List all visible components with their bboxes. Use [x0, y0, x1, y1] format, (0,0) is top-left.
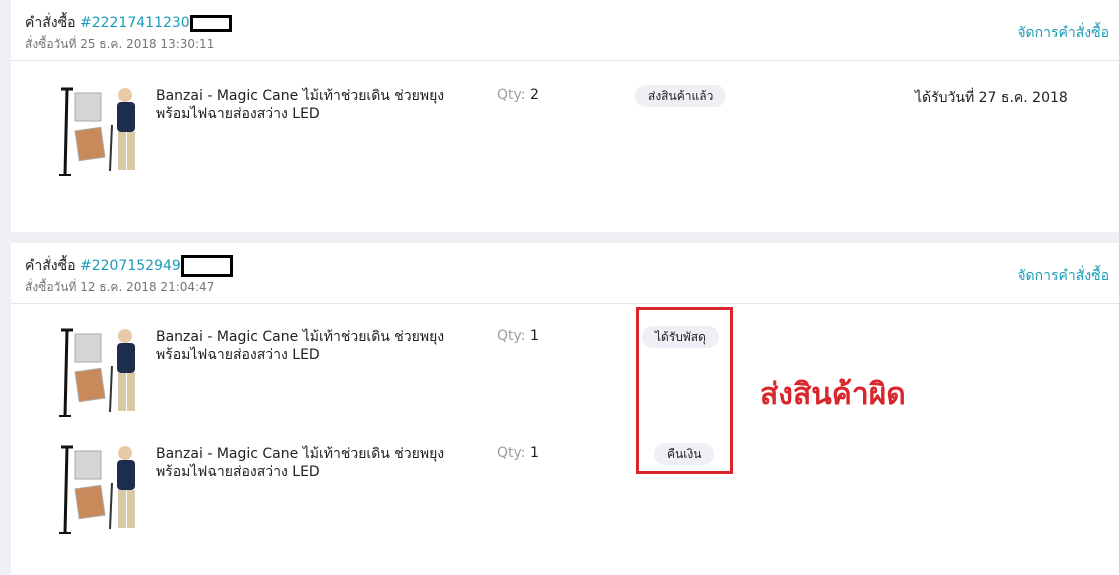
order-item: Banzai - Magic Cane ไม้เท้าช่วยเดิน ช่วย… [11, 85, 1119, 185]
item-quantity: Qty: 1 [497, 445, 539, 461]
order-date: สั่งซื้อวันที่ 25 ธ.ค. 2018 13:30:11 [25, 37, 215, 51]
product-name[interactable]: Banzai - Magic Cane ไม้เท้าช่วยเดิน ช่วย… [156, 445, 476, 481]
redaction-box [189, 14, 232, 32]
order-date: สั่งซื้อวันที่ 12 ธ.ค. 2018 21:04:47 [25, 280, 215, 294]
order-header: คำสั่งซื้อ #2207152949 สั่งซื้อวันที่ 12… [11, 243, 1119, 304]
delivered-date: ได้รับวันที่ 27 ธ.ค. 2018 [915, 90, 1068, 106]
qty-value: 1 [529, 328, 539, 344]
order-item: Banzai - Magic Cane ไม้เท้าช่วยเดิน ช่วย… [11, 443, 1119, 543]
manage-order-link[interactable]: จัดการคำสั่งซื้อ [1017, 265, 1109, 287]
order-number-link[interactable]: #2207152949 [80, 258, 181, 274]
item-quantity: Qty: 1 [497, 328, 539, 344]
qty-label: Qty: [497, 445, 526, 461]
redaction-box [180, 255, 233, 277]
product-name[interactable]: Banzai - Magic Cane ไม้เท้าช่วยเดิน ช่วย… [156, 328, 476, 364]
product-name[interactable]: Banzai - Magic Cane ไม้เท้าช่วยเดิน ช่วย… [156, 87, 476, 123]
product-thumbnail[interactable] [51, 443, 141, 535]
qty-value: 1 [529, 445, 539, 461]
annotation-highlight-box [636, 307, 733, 474]
qty-label: Qty: [497, 87, 526, 103]
qty-label: Qty: [497, 328, 526, 344]
order-title: คำสั่งซื้อ #2207152949 [25, 255, 233, 277]
manage-order-link[interactable]: จัดการคำสั่งซื้อ [1017, 22, 1109, 44]
annotation-text: ส่งสินค้าผิด [760, 377, 906, 412]
product-thumbnail[interactable] [51, 326, 141, 418]
order-card: คำสั่งซื้อ #2207152949 สั่งซื้อวันที่ 12… [11, 243, 1119, 575]
order-title: คำสั่งซื้อ #22217411230 [25, 12, 232, 34]
order-title-label: คำสั่งซื้อ [25, 258, 76, 274]
qty-value: 2 [529, 87, 539, 103]
order-number-link[interactable]: #22217411230 [80, 15, 190, 31]
order-header: คำสั่งซื้อ #22217411230 สั่งซื้อวันที่ 2… [11, 0, 1119, 61]
order-card: คำสั่งซื้อ #22217411230 สั่งซื้อวันที่ 2… [11, 0, 1119, 232]
order-title-label: คำสั่งซื้อ [25, 15, 76, 31]
status-badge: ส่งสินค้าแล้ว [635, 85, 727, 107]
order-item: Banzai - Magic Cane ไม้เท้าช่วยเดิน ช่วย… [11, 326, 1119, 426]
product-thumbnail[interactable] [51, 85, 141, 177]
item-quantity: Qty: 2 [497, 87, 539, 103]
